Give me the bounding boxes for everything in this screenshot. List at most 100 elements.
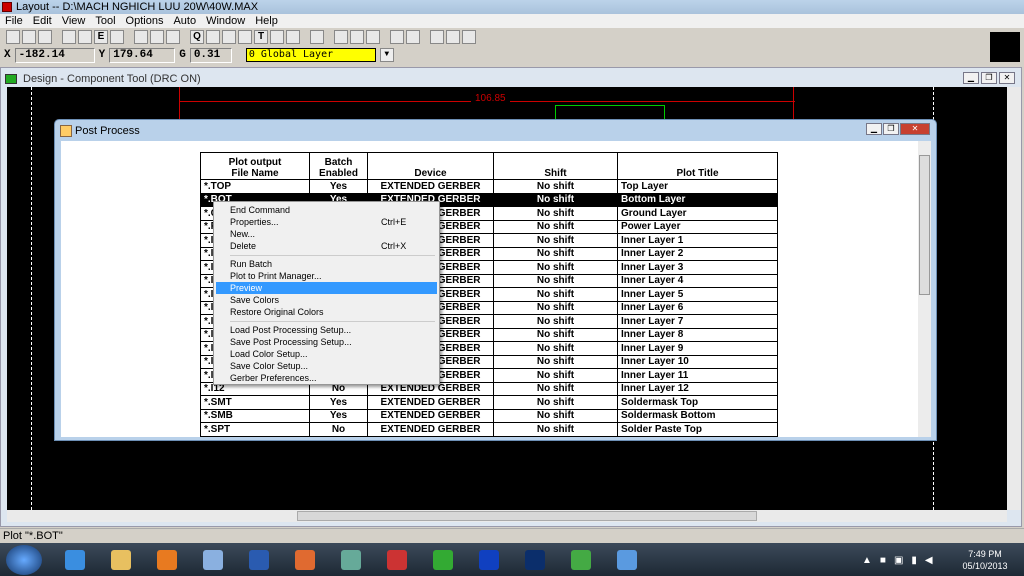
cell-file[interactable]: *.TOP: [200, 179, 310, 194]
cell-shift[interactable]: No shift: [493, 273, 618, 288]
tray-arrow-icon[interactable]: ▲: [862, 555, 872, 566]
close-button[interactable]: ✕: [999, 72, 1015, 84]
context-menu-item[interactable]: Load Post Processing Setup...: [216, 324, 437, 336]
taskbar-layout-capture[interactable]: [331, 545, 371, 575]
clock[interactable]: 7:49 PM 05/10/2013: [955, 548, 1015, 572]
delete-icon[interactable]: [62, 30, 76, 44]
menu-tool[interactable]: Tool: [90, 14, 120, 28]
open-icon[interactable]: [6, 30, 20, 44]
cell-shift[interactable]: No shift: [493, 327, 618, 342]
edit-segment-icon[interactable]: [406, 30, 420, 44]
context-menu-item[interactable]: End Command: [216, 204, 437, 216]
cell-shift[interactable]: No shift: [493, 314, 618, 329]
table-row[interactable]: *.SPT No EXTENDED GERBER No shift Solder Pas…: [200, 422, 778, 437]
add-via-icon[interactable]: [430, 30, 444, 44]
toolbar-q-icon[interactable]: Q: [190, 30, 204, 44]
cell-title[interactable]: Inner Layer 4: [617, 273, 778, 288]
cell-title[interactable]: Inner Layer 8: [617, 327, 778, 342]
cell-batch[interactable]: Yes: [309, 395, 368, 410]
menu-view[interactable]: View: [57, 14, 91, 28]
cell-shift[interactable]: No shift: [493, 246, 618, 261]
cell-batch[interactable]: No: [309, 422, 368, 437]
cell-file[interactable]: *.SMT: [200, 395, 310, 410]
color-icon[interactable]: [310, 30, 324, 44]
context-menu-item[interactable]: Save Colors: [216, 294, 437, 306]
pin-icon[interactable]: [222, 30, 236, 44]
zoom-out-icon[interactable]: [150, 30, 164, 44]
cell-title[interactable]: Inner Layer 12: [617, 381, 778, 396]
context-menu-item[interactable]: Preview: [216, 282, 437, 294]
connection-icon[interactable]: [270, 30, 284, 44]
maximize-button[interactable]: ❐: [883, 123, 899, 135]
route-icon[interactable]: [366, 30, 380, 44]
taskbar-file-explorer[interactable]: [101, 545, 141, 575]
cell-shift[interactable]: No shift: [493, 341, 618, 356]
volume-icon[interactable]: ◀: [925, 555, 933, 566]
cell-device[interactable]: EXTENDED GERBER: [367, 179, 494, 194]
cell-title[interactable]: Inner Layer 7: [617, 314, 778, 329]
table-row[interactable]: *.SMT Yes EXTENDED GERBER No shift Soldermas…: [200, 395, 778, 410]
cell-title[interactable]: Solder Paste Top: [617, 422, 778, 437]
print-icon[interactable]: [38, 30, 52, 44]
cell-title[interactable]: Inner Layer 11: [617, 368, 778, 383]
cell-batch[interactable]: Yes: [309, 408, 368, 423]
cell-shift[interactable]: No shift: [493, 300, 618, 315]
vertical-scrollbar[interactable]: [918, 141, 931, 437]
cell-title[interactable]: Inner Layer 3: [617, 260, 778, 275]
scroll-thumb[interactable]: [297, 511, 757, 521]
minimize-button[interactable]: ▁: [866, 123, 882, 135]
taskbar-photoshop[interactable]: [515, 545, 555, 575]
maximize-button[interactable]: ❐: [981, 72, 997, 84]
cell-file[interactable]: *.SMB: [200, 408, 310, 423]
cell-batch[interactable]: Yes: [309, 179, 368, 194]
menu-auto[interactable]: Auto: [168, 14, 201, 28]
table-row[interactable]: *.TOP Yes EXTENDED GERBER No shift Top Layer: [200, 179, 778, 194]
taskbar-camtasia[interactable]: [423, 545, 463, 575]
cell-shift[interactable]: No shift: [493, 206, 618, 221]
cell-title[interactable]: Power Layer: [617, 219, 778, 234]
minimize-button[interactable]: ▁: [963, 72, 979, 84]
taskbar-word[interactable]: [239, 545, 279, 575]
taskbar-isis[interactable]: [469, 545, 509, 575]
layer-select[interactable]: 0 Global Layer: [245, 48, 376, 62]
taskbar-internet-explorer[interactable]: [55, 545, 95, 575]
cell-shift[interactable]: No shift: [493, 395, 618, 410]
cell-title[interactable]: Inner Layer 1: [617, 233, 778, 248]
vertical-scrollbar[interactable]: [1007, 87, 1021, 510]
grid-icon[interactable]: [110, 30, 124, 44]
cell-title[interactable]: Inner Layer 9: [617, 341, 778, 356]
menu-options[interactable]: Options: [121, 14, 169, 28]
cell-title[interactable]: Inner Layer 5: [617, 287, 778, 302]
taskbar-network[interactable]: [193, 545, 233, 575]
cell-shift[interactable]: No shift: [493, 408, 618, 423]
cell-shift[interactable]: No shift: [493, 192, 618, 207]
error-icon[interactable]: [446, 30, 460, 44]
taskbar-app-orange[interactable]: [285, 545, 325, 575]
cell-title[interactable]: Soldermask Top: [617, 395, 778, 410]
zoom-in-icon[interactable]: [134, 30, 148, 44]
cell-shift[interactable]: No shift: [493, 179, 618, 194]
menu-edit[interactable]: Edit: [28, 14, 57, 28]
chevron-down-icon[interactable]: ▼: [379, 48, 394, 62]
cell-shift[interactable]: No shift: [493, 368, 618, 383]
context-menu-item[interactable]: New...: [216, 228, 437, 240]
context-menu-item[interactable]: Gerber Preferences...: [216, 372, 437, 384]
cell-title[interactable]: Inner Layer 10: [617, 354, 778, 369]
cell-device[interactable]: EXTENDED GERBER: [367, 408, 494, 423]
taskbar-orcad-layout[interactable]: [377, 545, 417, 575]
cell-file[interactable]: *.SPT: [200, 422, 310, 437]
cell-title[interactable]: Top Layer: [617, 179, 778, 194]
cell-title[interactable]: Bottom Layer: [617, 192, 778, 207]
power-icon[interactable]: ▮: [911, 555, 917, 566]
null-icon[interactable]: [286, 30, 300, 44]
context-menu-item[interactable]: Plot to Print Manager...: [216, 270, 437, 282]
drc-check-icon[interactable]: [462, 30, 476, 44]
cell-shift[interactable]: No shift: [493, 422, 618, 437]
toolbar-e-icon[interactable]: E: [94, 30, 108, 44]
obstacle-icon[interactable]: [238, 30, 252, 44]
cell-device[interactable]: EXTENDED GERBER: [367, 395, 494, 410]
taskbar-monitor[interactable]: [561, 545, 601, 575]
network-icon[interactable]: ▣: [894, 555, 903, 566]
taskbar-app-blue[interactable]: [607, 545, 647, 575]
component-icon[interactable]: [206, 30, 220, 44]
